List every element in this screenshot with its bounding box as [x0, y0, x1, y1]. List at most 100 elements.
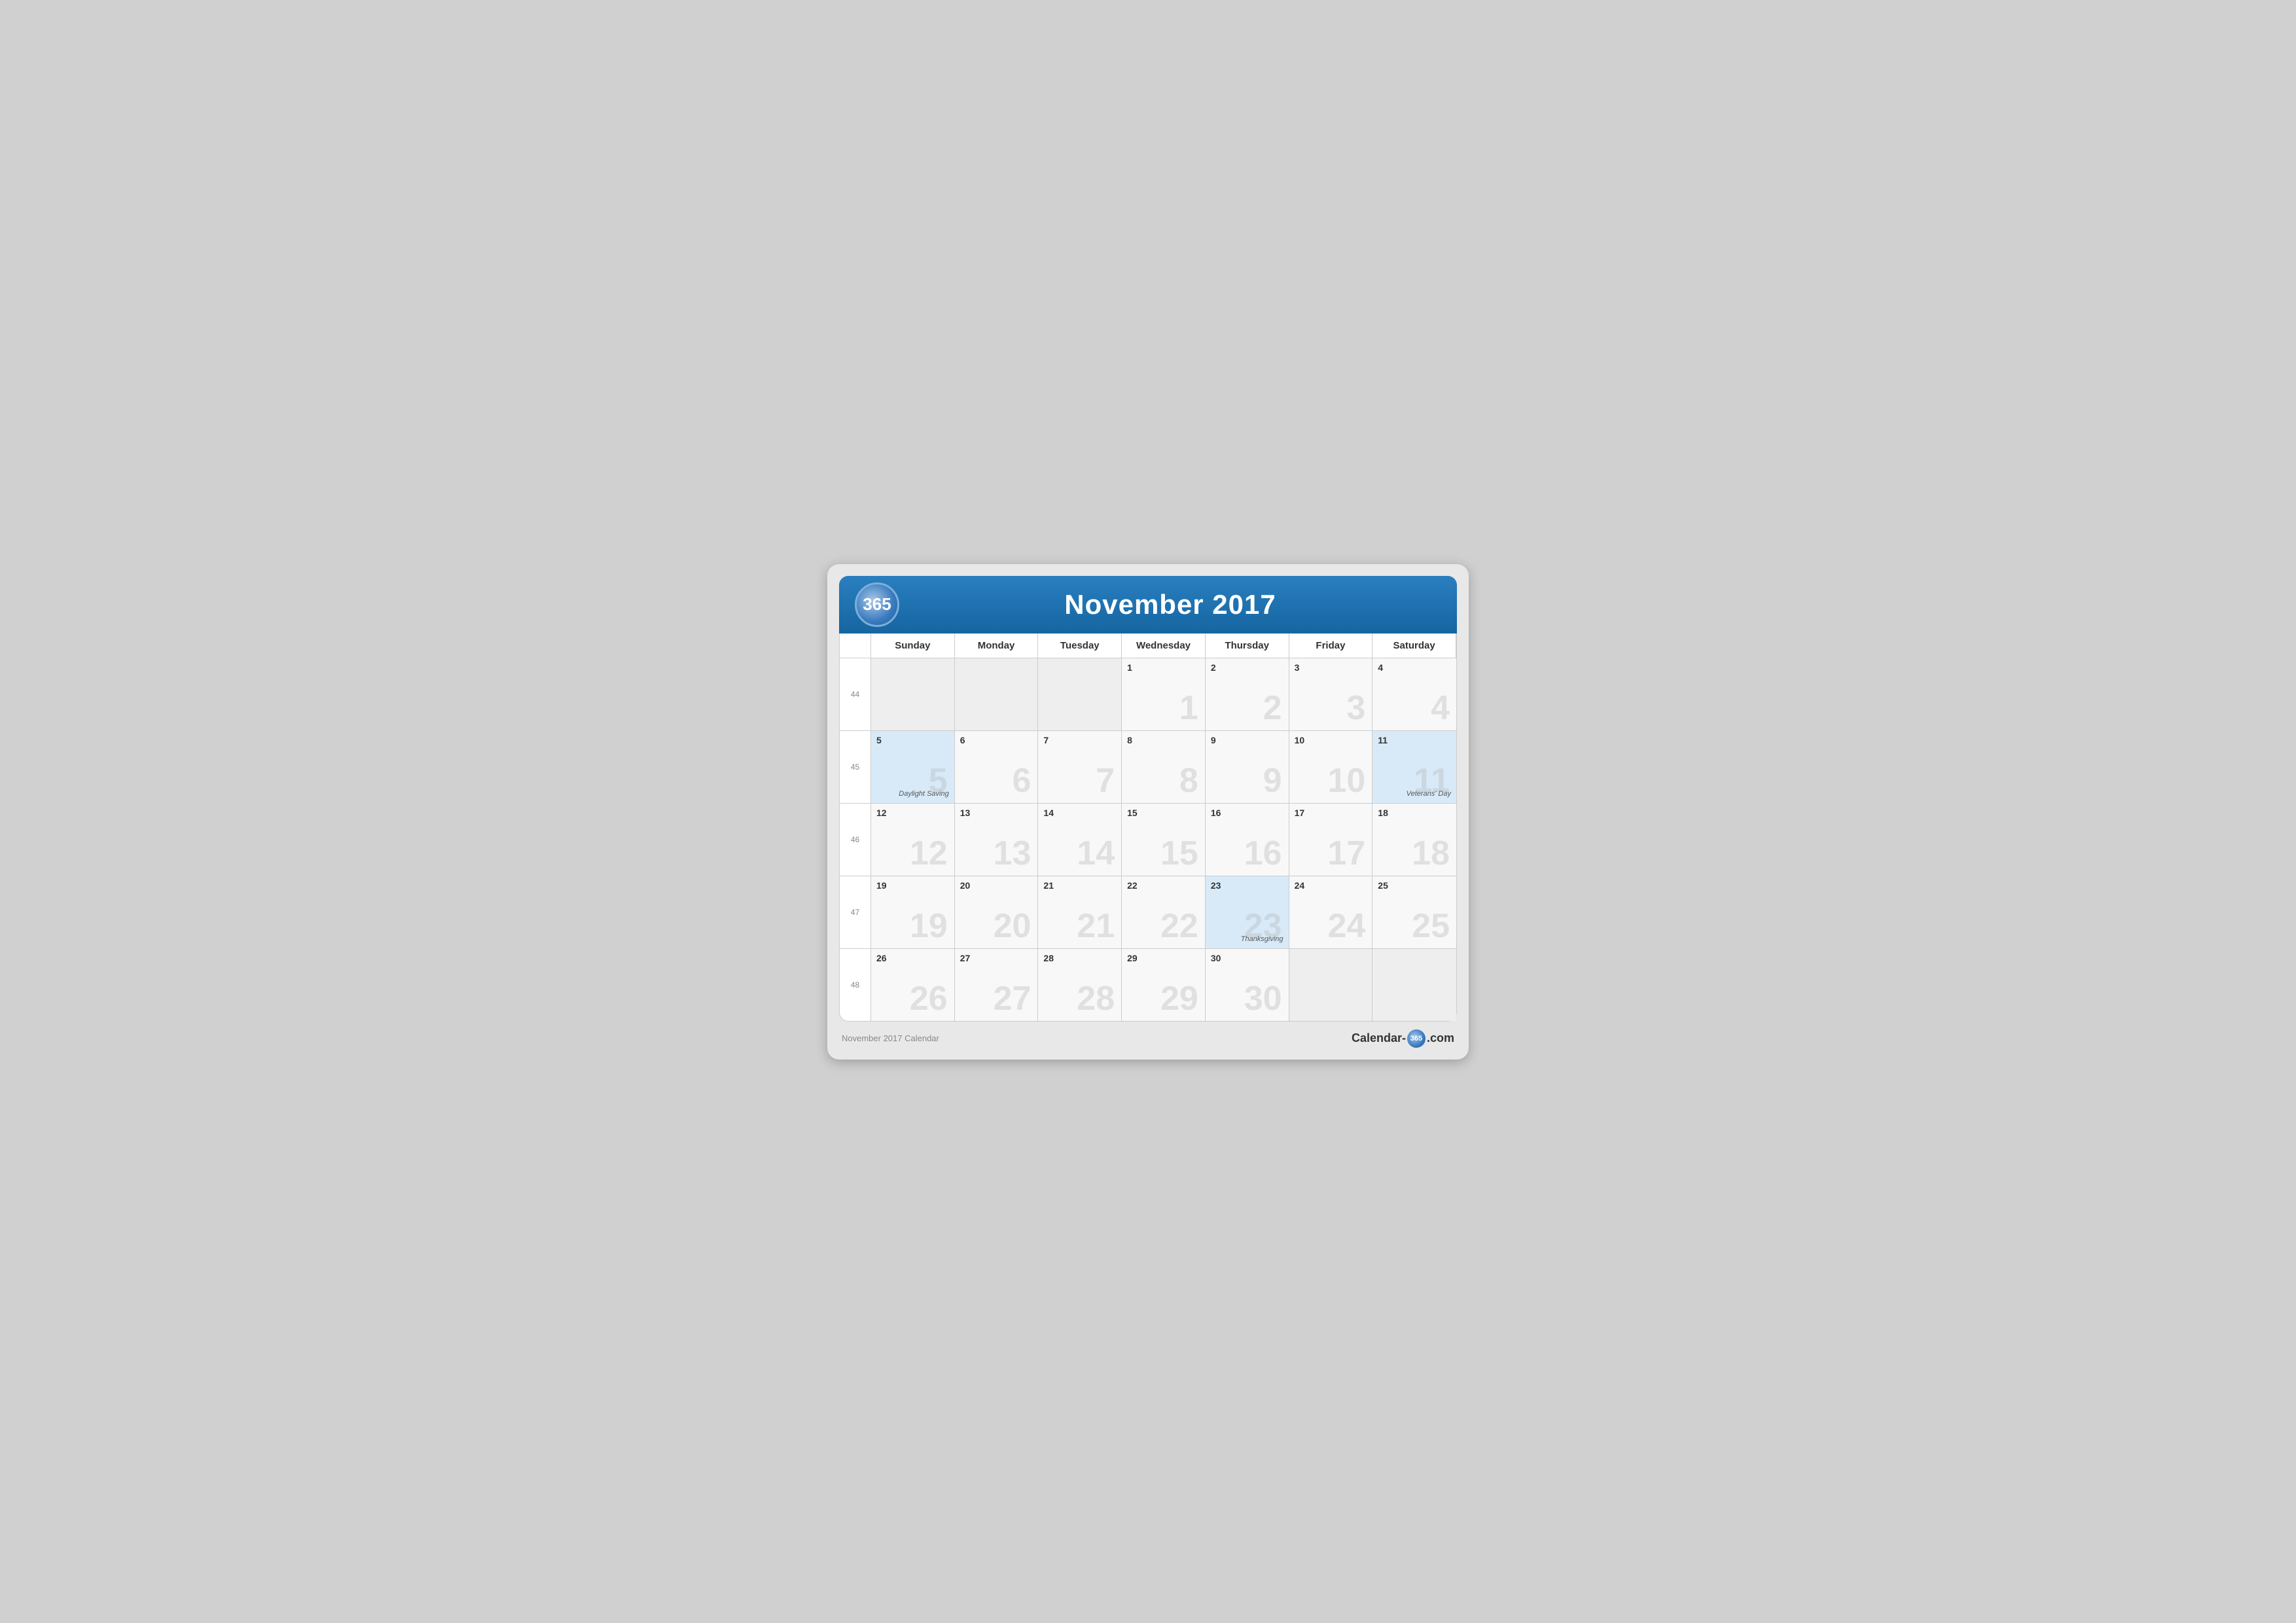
cal-cell-20[interactable]: 2020	[955, 876, 1039, 948]
day-number: 3	[1295, 662, 1367, 673]
cal-cell-11[interactable]: 1111Veterans' Day	[1372, 731, 1456, 803]
day-number: 24	[1295, 880, 1367, 891]
calendar-title: November 2017	[899, 589, 1441, 620]
cal-cell-16[interactable]: 1616	[1206, 804, 1289, 876]
cal-cell-14[interactable]: 14 14	[1038, 804, 1122, 876]
cal-cell-28[interactable]: 28 28	[1038, 949, 1122, 1021]
day-number: 14	[1043, 808, 1116, 818]
day-bg-num: 8	[1179, 764, 1198, 798]
page-wrapper: 365 November 2017 SundayMondayTuesdayWed…	[827, 564, 1469, 1060]
dow-cell-thursday: Thursday	[1206, 633, 1289, 658]
cal-cell-2[interactable]: 22	[1206, 658, 1289, 730]
day-number: 27	[960, 953, 1033, 963]
cal-cell-26[interactable]: 26 26	[871, 949, 955, 1021]
day-bg-num: 28	[1077, 982, 1115, 1016]
day-number: 29	[1127, 953, 1200, 963]
footer-caption: November 2017 Calendar	[842, 1033, 939, 1043]
day-number: 19	[876, 880, 949, 891]
day-bg-num: 25	[1412, 909, 1450, 943]
cal-cell-6[interactable]: 66	[955, 731, 1039, 803]
day-bg-num: 18	[1412, 836, 1450, 870]
cal-cell-25[interactable]: 25 25	[1372, 876, 1456, 948]
day-bg-num: 27	[994, 982, 1031, 1016]
day-number: 13	[960, 808, 1033, 818]
cal-cell-15[interactable]: 1515	[1122, 804, 1206, 876]
cal-cell-18[interactable]: 1818	[1372, 804, 1456, 876]
days-of-week-row: SundayMondayTuesdayWednesdayThursdayFrid…	[839, 633, 1457, 658]
day-bg-num: 26	[910, 982, 948, 1016]
day-number: 6	[960, 735, 1033, 745]
cal-cell-8[interactable]: 88	[1122, 731, 1206, 803]
cal-cell-23[interactable]: 2323Thanksgiving	[1206, 876, 1289, 948]
week-number-48: 48	[840, 949, 871, 1021]
cal-week-44: 4411223344	[840, 658, 1456, 730]
cal-cell-12[interactable]: 1212	[871, 804, 955, 876]
event-label: Veterans' Day	[1407, 790, 1451, 798]
day-bg-num: 24	[1327, 909, 1365, 943]
day-number: 15	[1127, 808, 1200, 818]
cal-cell-29[interactable]: 29 29	[1122, 949, 1206, 1021]
cal-week-45: 4555Daylight Saving6677889910101111Veter…	[840, 730, 1456, 803]
dow-cell-sunday: Sunday	[871, 633, 955, 658]
week-number-47: 47	[840, 876, 871, 948]
day-number: 11	[1378, 735, 1451, 745]
day-bg-num: 21	[1077, 909, 1115, 943]
day-number: 28	[1043, 953, 1116, 963]
cal-cell-19[interactable]: 1919	[871, 876, 955, 948]
dow-cell-wednesday: Wednesday	[1122, 633, 1206, 658]
day-number: 2	[1211, 662, 1283, 673]
cal-cell-24[interactable]: 24 24	[1289, 876, 1373, 948]
footer-brand-suffix: .com	[1427, 1031, 1454, 1045]
dow-cell-monday: Monday	[955, 633, 1039, 658]
day-number: 8	[1127, 735, 1200, 745]
dow-cell-tuesday: Tuesday	[1038, 633, 1122, 658]
cal-cell-3[interactable]: 33	[1289, 658, 1373, 730]
cal-cell-9[interactable]: 99	[1206, 731, 1289, 803]
cal-cell-empty-4-5[interactable]	[1289, 949, 1373, 1021]
day-number: 12	[876, 808, 949, 818]
day-number: 1	[1127, 662, 1200, 673]
day-number: 18	[1378, 808, 1451, 818]
day-bg-num: 6	[1013, 764, 1031, 798]
calendar-body: 44112233444555Daylight Saving66778899101…	[839, 658, 1457, 1022]
cal-cell-7[interactable]: 77	[1038, 731, 1122, 803]
cal-cell-empty-0-1[interactable]	[955, 658, 1039, 730]
cal-week-46: 461212131314141515161617171818	[840, 803, 1456, 876]
cal-cell-27[interactable]: 27 27	[955, 949, 1039, 1021]
cal-cell-30[interactable]: 30 30	[1206, 949, 1289, 1021]
day-number: 4	[1378, 662, 1451, 673]
day-bg-num: 9	[1263, 764, 1282, 798]
event-label: Daylight Saving	[899, 790, 948, 798]
day-bg-num: 16	[1244, 836, 1282, 870]
cal-week-48: 48 26 26 27 27 28 28 29 29 30 30	[840, 948, 1456, 1021]
day-number: 20	[960, 880, 1033, 891]
day-bg-num: 4	[1431, 691, 1450, 725]
cal-cell-10[interactable]: 1010	[1289, 731, 1373, 803]
cal-cell-21[interactable]: 2121	[1038, 876, 1122, 948]
cal-cell-1[interactable]: 11	[1122, 658, 1206, 730]
day-bg-num: 3	[1346, 691, 1365, 725]
day-number: 7	[1043, 735, 1116, 745]
day-bg-num: 30	[1244, 982, 1282, 1016]
cal-cell-empty-4-6[interactable]	[1372, 949, 1456, 1021]
day-number: 26	[876, 953, 949, 963]
cal-cell-empty-0-0[interactable]	[871, 658, 955, 730]
cal-cell-empty-0-2[interactable]	[1038, 658, 1122, 730]
day-bg-num: 13	[994, 836, 1031, 870]
day-number: 17	[1295, 808, 1367, 818]
day-number: 30	[1211, 953, 1283, 963]
day-number: 25	[1378, 880, 1451, 891]
cal-cell-4[interactable]: 44	[1372, 658, 1456, 730]
footer-brand-prefix: Calendar-	[1352, 1031, 1406, 1045]
cal-cell-22[interactable]: 2222	[1122, 876, 1206, 948]
footer-brand-badge: 365	[1407, 1029, 1426, 1048]
cal-cell-13[interactable]: 13 13	[955, 804, 1039, 876]
cal-cell-5[interactable]: 55Daylight Saving	[871, 731, 955, 803]
logo-text: 365	[863, 594, 891, 615]
week-number-46: 46	[840, 804, 871, 876]
cal-cell-17[interactable]: 1717	[1289, 804, 1373, 876]
dow-cell-saturday: Saturday	[1372, 633, 1456, 658]
day-bg-num: 29	[1160, 982, 1198, 1016]
day-bg-num: 14	[1077, 836, 1115, 870]
event-label: Thanksgiving	[1241, 935, 1283, 943]
